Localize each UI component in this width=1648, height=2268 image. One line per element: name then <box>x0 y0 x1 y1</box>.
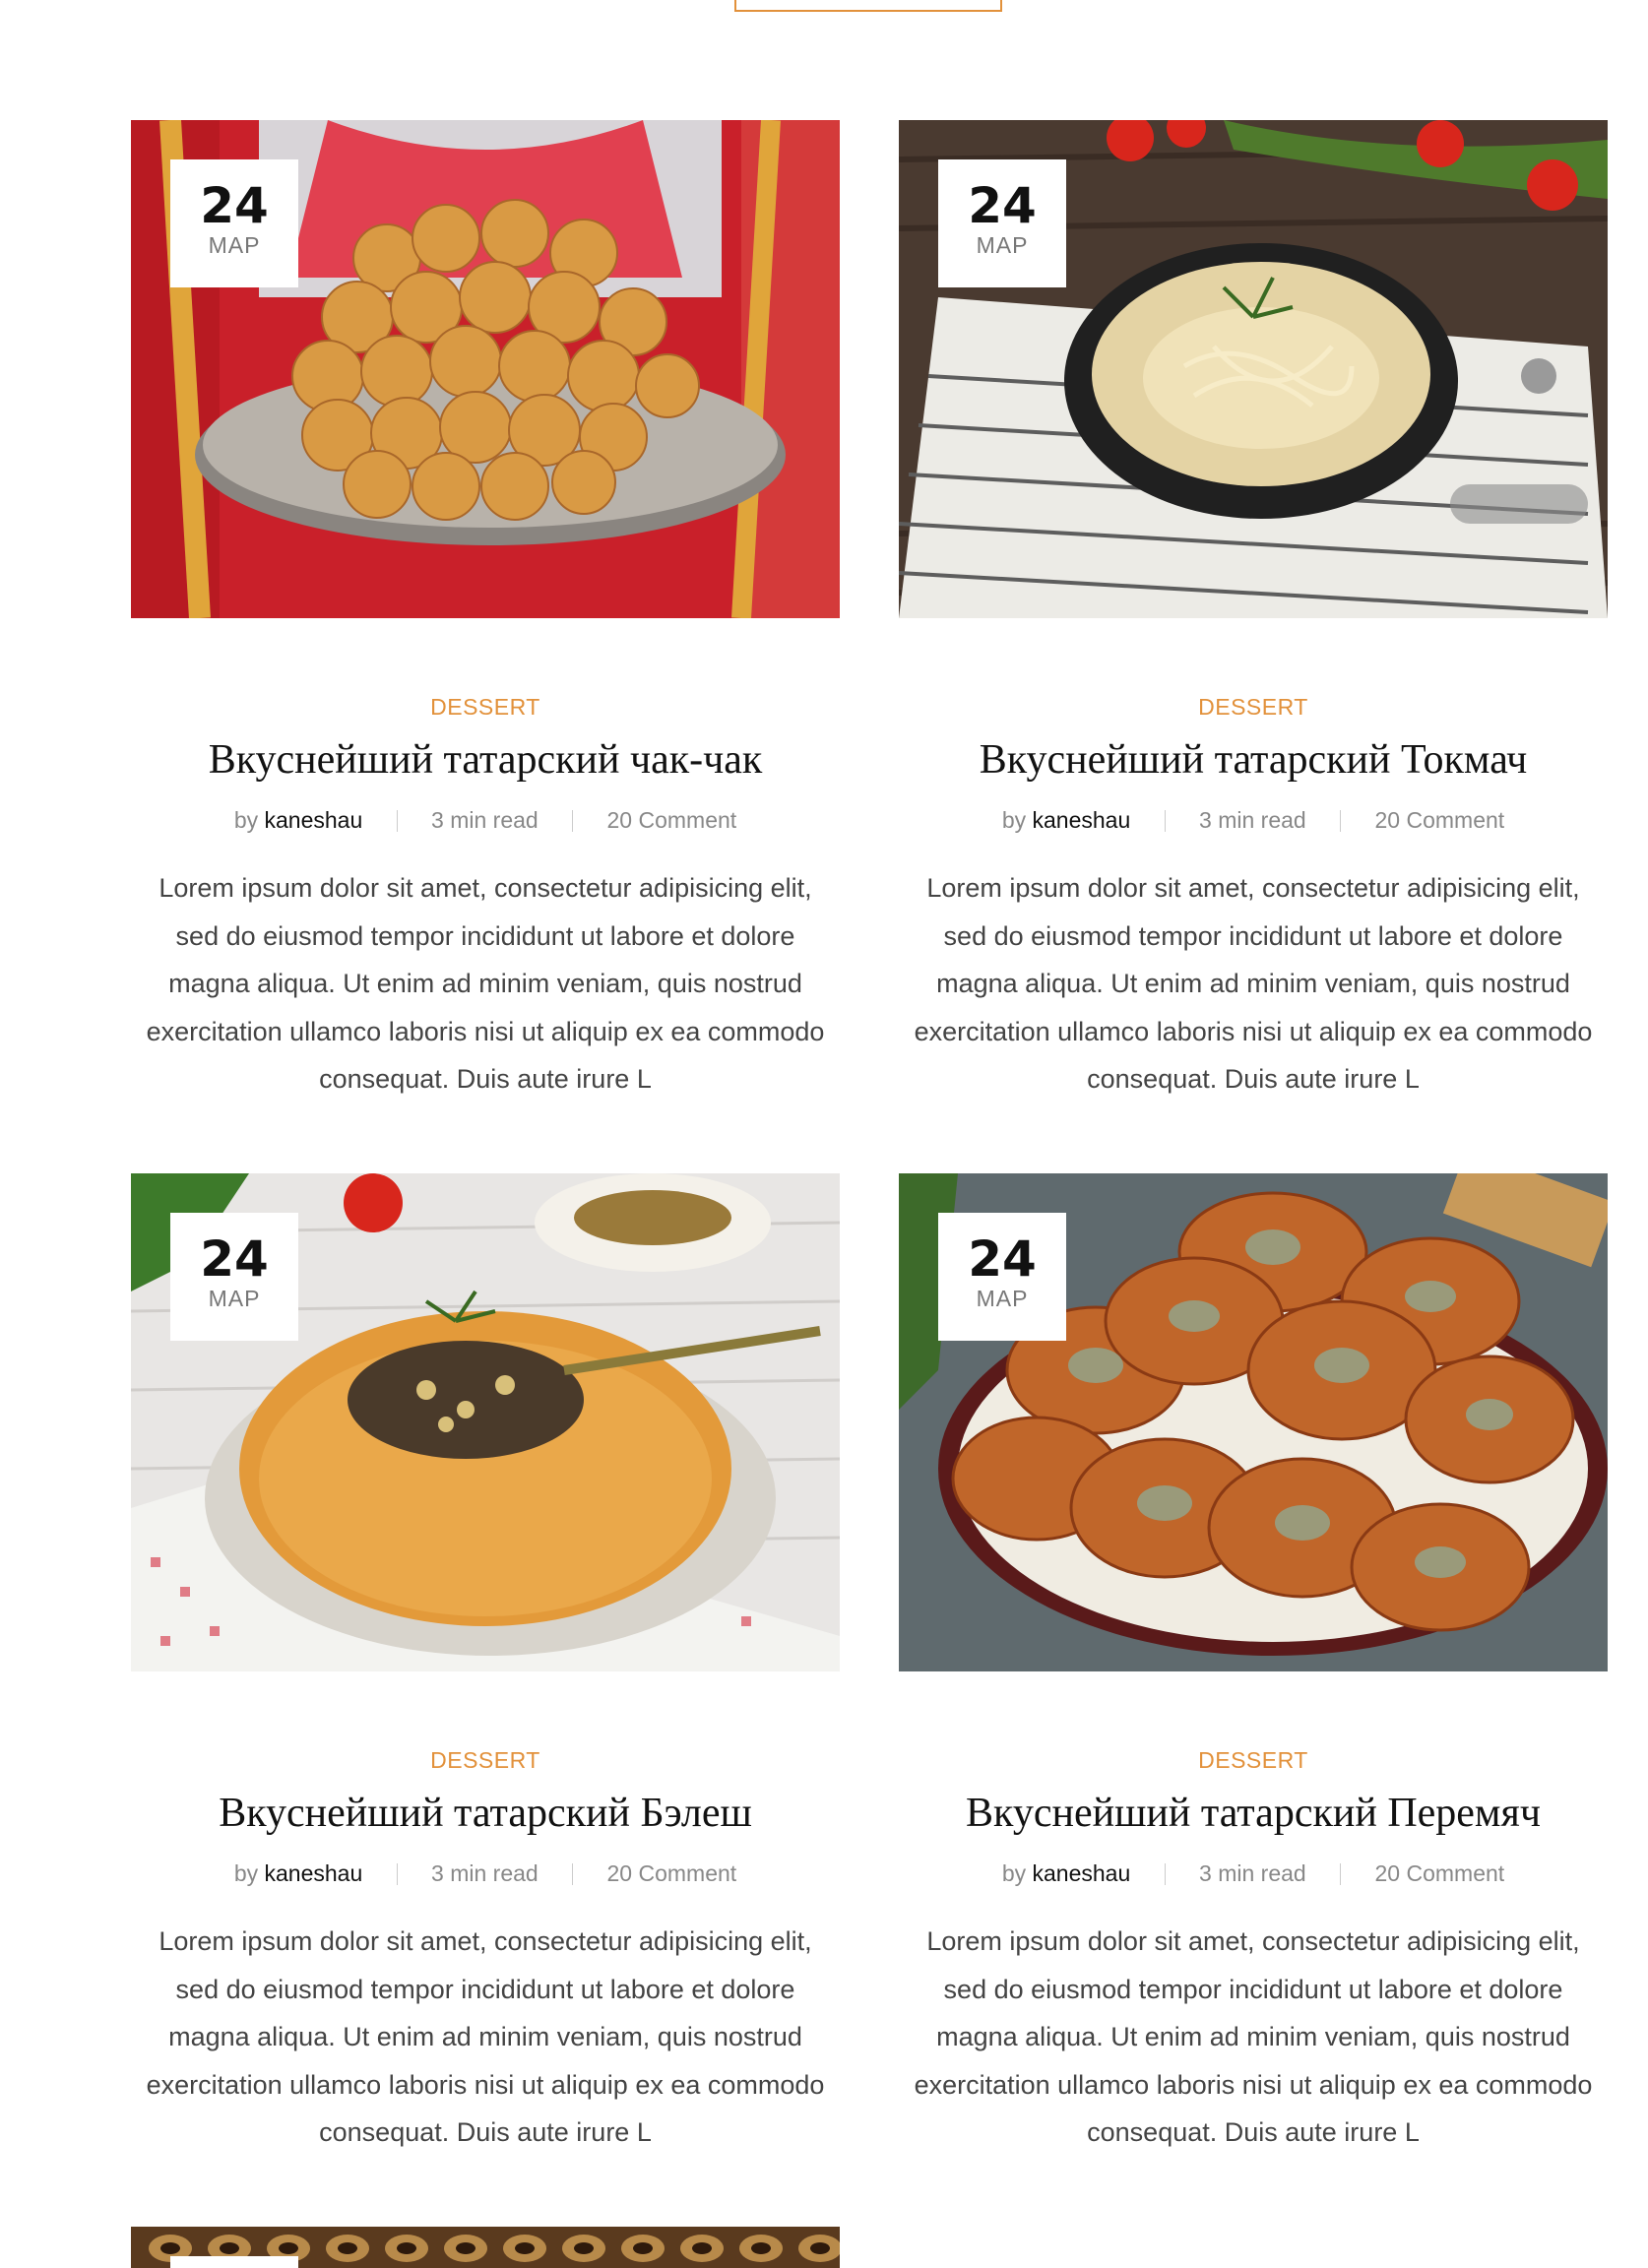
post-excerpt: Lorem ipsum dolor sit amet, consectetur … <box>146 873 825 1094</box>
post-image-partial[interactable] <box>131 2227 840 2268</box>
post-category[interactable]: DESSERT <box>131 1746 840 1774</box>
post-title[interactable]: Вкуснейший татарский Бэлеш <box>131 1786 840 1841</box>
post-card: 24 MAP DESSERT Вкуснейший татарский Пере… <box>899 1173 1608 2147</box>
post-excerpt: Lorem ipsum dolor sit amet, consectetur … <box>914 873 1593 1094</box>
meta-divider <box>396 810 398 832</box>
meta-by: by <box>233 1860 259 1886</box>
post-title[interactable]: Вкуснейший татарский чак-чак <box>131 732 840 788</box>
meta-author[interactable]: kaneshau <box>1033 807 1131 833</box>
meta-comments[interactable]: 20 Comment <box>607 1860 737 1886</box>
meta-read-time: 3 min read <box>1199 1860 1306 1886</box>
date-month: MAP <box>976 232 1029 258</box>
meta-divider <box>396 1863 398 1885</box>
date-badge: 24 MAP <box>170 159 298 287</box>
post-meta: by kaneshau 3 min read 20 Comment <box>131 1858 840 1888</box>
meta-by: by <box>1001 1860 1027 1886</box>
date-badge: 24 MAP <box>938 159 1066 287</box>
post-title[interactable]: Вкуснейший татарский Перемяч <box>899 1786 1608 1841</box>
meta-read-time: 3 min read <box>431 807 539 833</box>
meta-author[interactable]: kaneshau <box>265 1860 363 1886</box>
meta-read-time: 3 min read <box>1199 807 1306 833</box>
post-title[interactable]: Вкуснейший татарский Токмач <box>899 732 1608 788</box>
post-excerpt: Lorem ipsum dolor sit amet, consectetur … <box>914 1926 1593 2147</box>
post-card: 24 MAP DESSERT Вкуснейший татарский Токм… <box>899 120 1608 1094</box>
post-category[interactable]: DESSERT <box>899 693 1608 721</box>
post-category[interactable]: DESSERT <box>899 1746 1608 1774</box>
date-day: 24 <box>200 1230 269 1288</box>
date-day: 24 <box>200 177 269 234</box>
date-day: 24 <box>968 177 1037 234</box>
meta-divider <box>572 1863 574 1885</box>
meta-author[interactable]: kaneshau <box>1033 1860 1131 1886</box>
post-excerpt: Lorem ipsum dolor sit amet, consectetur … <box>146 1926 825 2147</box>
meta-read-time: 3 min read <box>431 1860 539 1886</box>
meta-comments[interactable]: 20 Comment <box>607 807 737 833</box>
post-meta: by kaneshau 3 min read 20 Comment <box>899 1858 1608 1888</box>
post-card: 24 MAP DESSERT Вкуснейший татарский чак-… <box>131 120 840 1094</box>
date-badge: 24 MAP <box>170 1213 298 1341</box>
meta-comments[interactable]: 20 Comment <box>1375 807 1505 833</box>
date-month: MAP <box>208 1286 261 1311</box>
post-meta: by kaneshau 3 min read 20 Comment <box>131 805 840 835</box>
meta-divider <box>1164 1863 1166 1885</box>
load-more-button[interactable] <box>734 0 1002 12</box>
date-month: MAP <box>976 1286 1029 1311</box>
date-day: 24 <box>968 1230 1037 1288</box>
meta-by: by <box>1001 807 1027 833</box>
post-image-peremyach[interactable]: 24 MAP <box>899 1173 1608 1671</box>
meta-author[interactable]: kaneshau <box>265 807 363 833</box>
meta-comments[interactable]: 20 Comment <box>1375 1860 1505 1886</box>
post-meta: by kaneshau 3 min read 20 Comment <box>899 805 1608 835</box>
meta-divider <box>1164 810 1166 832</box>
meta-divider <box>1340 810 1342 832</box>
meta-divider <box>572 810 574 832</box>
post-category[interactable]: DESSERT <box>131 693 840 721</box>
meta-divider <box>1340 1863 1342 1885</box>
post-card: 24 MAP DESSERT Вкуснейший татарский Бэле… <box>131 1173 840 2147</box>
date-month: MAP <box>208 232 261 258</box>
post-image-tokmach[interactable]: 24 MAP <box>899 120 1608 618</box>
post-image-belesh[interactable]: 24 MAP <box>131 1173 840 1671</box>
meta-by: by <box>233 807 259 833</box>
post-image-chak-chak[interactable]: 24 MAP <box>131 120 840 618</box>
date-badge: 24 MAP <box>938 1213 1066 1341</box>
